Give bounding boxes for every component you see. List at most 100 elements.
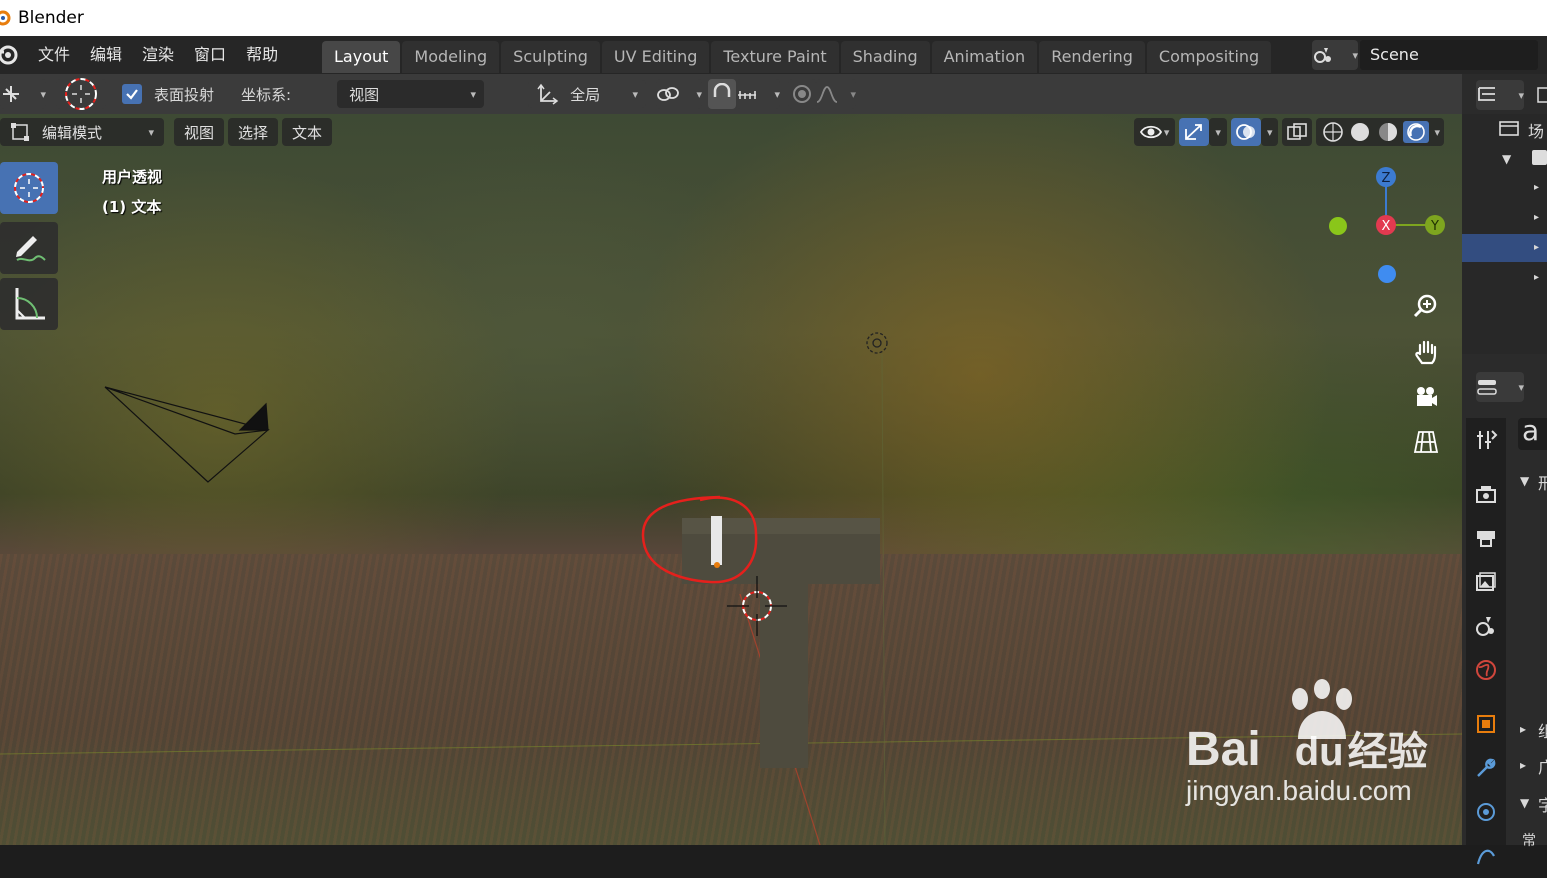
tab-shading[interactable]: Shading — [840, 41, 930, 73]
rendered-shading-icon[interactable] — [1402, 121, 1430, 143]
chevron-down-icon: ▾ — [470, 87, 477, 101]
menu-file[interactable]: 文件 — [28, 40, 80, 70]
overlays-toggle-button[interactable] — [1230, 118, 1261, 146]
tab-uv-editing[interactable]: UV Editing — [601, 41, 710, 73]
light-object[interactable] — [866, 332, 888, 354]
panel-collapsed-icon[interactable]: ▸ — [1520, 722, 1526, 736]
menu-help[interactable]: 帮助 — [236, 40, 288, 70]
scene-selector: ▾ Scene — [1312, 40, 1538, 70]
collection-visibility-checkbox[interactable] — [1532, 150, 1547, 165]
world-globe-icon — [1476, 660, 1496, 680]
gizmo-neg-y-axis[interactable] — [1329, 217, 1347, 235]
panel-geometry-label: 刑 — [1538, 474, 1547, 493]
coordinate-system-dropdown[interactable]: 视图 ▾ — [337, 80, 485, 108]
outliner-filter-icon[interactable] — [1536, 86, 1547, 106]
panel-expand-icon[interactable]: ▼ — [1520, 796, 1529, 810]
wireframe-shading-icon[interactable] — [1320, 121, 1346, 143]
tab-render[interactable] — [1466, 472, 1506, 516]
transform-tool-dropdown[interactable]: ▾ — [0, 79, 46, 109]
tab-layout[interactable]: Layout — [322, 41, 401, 73]
zoom-button[interactable] — [1410, 290, 1442, 322]
outliner-item-expand-icon[interactable]: ▸ — [1534, 212, 1539, 223]
measure-tool[interactable] — [0, 278, 58, 330]
outliner-item-expand-icon[interactable]: ▸ — [1534, 182, 1539, 193]
tab-view-layer[interactable] — [1466, 560, 1506, 604]
scene-name-field[interactable]: Scene — [1360, 40, 1538, 70]
falloff-curve-icon — [816, 86, 838, 103]
surface-project-checkbox[interactable] — [122, 84, 142, 104]
watermark-brand-cn: 经验 — [1347, 730, 1428, 774]
menu-window[interactable]: 窗口 — [184, 40, 236, 70]
tab-modeling[interactable]: Modeling — [402, 41, 500, 73]
scene-collection-icon — [1499, 121, 1519, 136]
tab-rendering[interactable]: Rendering — [1039, 41, 1145, 73]
outliner-display-icon[interactable] — [1476, 85, 1498, 105]
tab-scene[interactable] — [1466, 604, 1506, 648]
gizmo-toggle-button[interactable] — [1179, 118, 1210, 146]
overlays-options-dropdown[interactable]: ▾ — [1260, 118, 1279, 146]
navigation-gizmo[interactable]: Z Y X — [1318, 162, 1454, 292]
snap-target-dropdown[interactable]: ▾ — [736, 79, 781, 109]
outliner-header: ▾ — [1476, 80, 1524, 110]
cursor-tool-button[interactable] — [56, 78, 106, 110]
font-name-field[interactable]: a — [1518, 414, 1547, 450]
tab-data[interactable] — [1466, 834, 1506, 878]
window-titlebar: Blender — [0, 0, 1547, 36]
menu-select[interactable]: 选择 — [228, 118, 279, 146]
tab-modifiers[interactable] — [1466, 746, 1506, 790]
pan-button[interactable] — [1410, 336, 1442, 368]
menu-render[interactable]: 渲染 — [132, 40, 184, 70]
gizmo-options-dropdown[interactable]: ▾ — [1209, 118, 1227, 146]
object-square-icon — [1477, 715, 1495, 733]
camera-object[interactable] — [104, 386, 270, 483]
panel-expand-icon[interactable]: ▼ — [1520, 474, 1529, 488]
snap-toggle-button[interactable] — [708, 79, 737, 109]
solid-shading-icon[interactable] — [1346, 121, 1374, 143]
3d-viewport[interactable]: 用户透视 (1) 文本 Z Y X Bai du 经验 jingyan.baid… — [0, 114, 1462, 845]
gizmo-neg-z-axis[interactable] — [1378, 265, 1396, 283]
tab-compositing[interactable]: Compositing — [1146, 41, 1272, 73]
cursor-tool[interactable] — [0, 162, 58, 214]
panel-collapsed-icon[interactable]: ▸ — [1520, 758, 1526, 772]
eye-icon — [1139, 125, 1162, 139]
outliner-item-expand-icon[interactable]: ▸ — [1534, 272, 1539, 283]
menu-edit[interactable]: 编辑 — [80, 40, 132, 70]
viewport-nav-buttons — [1410, 290, 1444, 458]
scene-browse-button[interactable]: ▾ — [1312, 40, 1358, 70]
gizmo-arrow-icon — [1185, 124, 1203, 140]
blender-menu-icon[interactable] — [0, 40, 24, 70]
proportional-edit-button[interactable] — [788, 79, 817, 109]
transform-orientation-dropdown[interactable]: 全局 ▾ — [528, 80, 647, 108]
measure-ruler-icon — [15, 288, 45, 320]
annotate-tool[interactable] — [0, 222, 58, 274]
collection-expand-icon[interactable]: ▼ — [1502, 152, 1511, 166]
view-layer-icon — [1476, 572, 1496, 591]
xray-toggle-button[interactable] — [1282, 118, 1313, 146]
font-preview-glyph: a — [1522, 414, 1540, 447]
tab-output[interactable] — [1466, 516, 1506, 560]
menu-text[interactable]: 文本 — [282, 118, 333, 146]
tab-animation[interactable]: Animation — [931, 41, 1038, 73]
material-shading-icon[interactable] — [1374, 121, 1402, 143]
visibility-dropdown[interactable]: ▾ — [1133, 118, 1176, 146]
chevron-down-icon: ▾ — [850, 87, 857, 101]
tab-texture-paint[interactable]: Texture Paint — [711, 41, 839, 73]
tab-object[interactable] — [1466, 702, 1506, 746]
pivot-point-dropdown[interactable]: ▾ — [656, 79, 703, 109]
tab-sculpting[interactable]: Sculpting — [501, 41, 600, 73]
camera-view-button[interactable] — [1410, 382, 1442, 414]
menu-view[interactable]: 视图 — [174, 118, 225, 146]
watermark: Bai du 经验 jingyan.baidu.com — [1186, 679, 1462, 809]
chevron-down-icon: ▾ — [1163, 125, 1170, 139]
properties-editor-icon[interactable] — [1476, 377, 1498, 397]
proportional-falloff-dropdown[interactable]: ▾ — [816, 79, 857, 109]
chevron-down-icon: ▾ — [1518, 380, 1524, 394]
tab-world[interactable] — [1466, 648, 1506, 692]
tab-tool[interactable] — [1466, 418, 1506, 462]
ortho-toggle-button[interactable] — [1410, 426, 1442, 458]
tab-physics[interactable] — [1466, 790, 1506, 834]
gizmo-x-label: X — [1382, 219, 1391, 234]
workspace-tabs: Layout Modeling Sculpting UV Editing Tex… — [322, 41, 1273, 73]
mode-dropdown[interactable]: 编辑模式 ▾ — [0, 118, 164, 146]
outliner-item-expand-icon[interactable]: ▸ — [1534, 242, 1539, 253]
